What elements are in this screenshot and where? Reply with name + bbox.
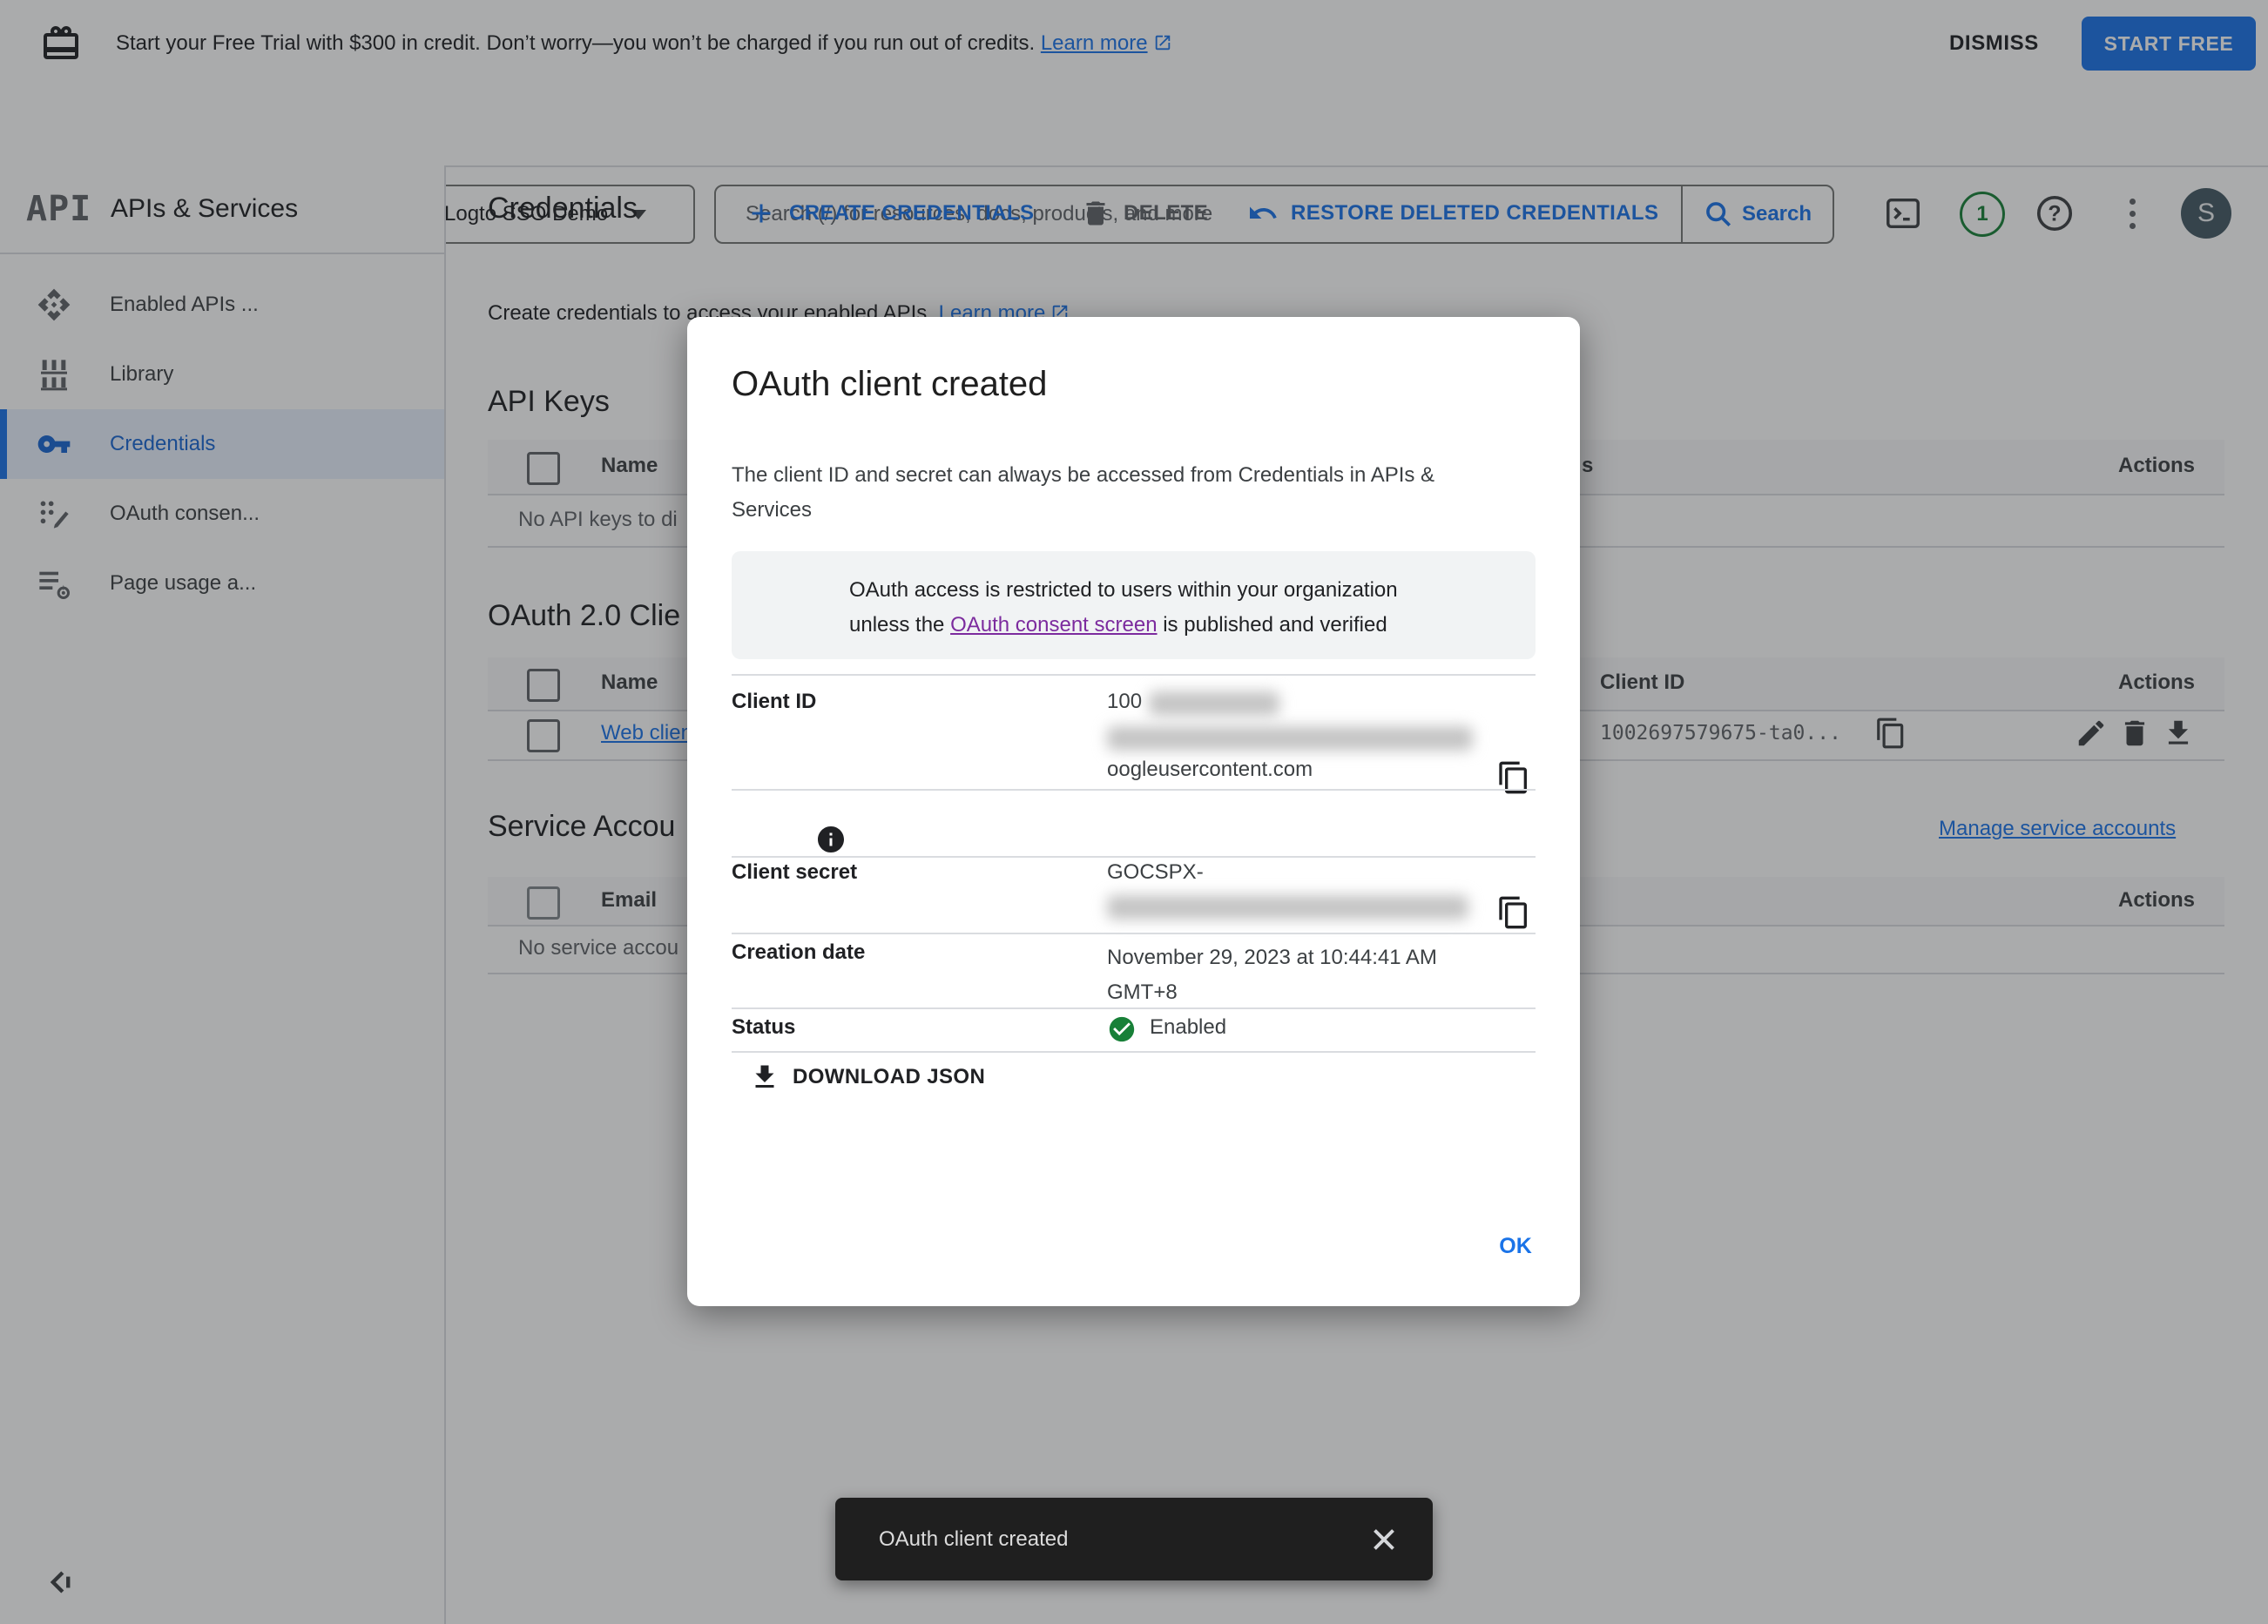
check-circle-icon	[1107, 1014, 1137, 1044]
divider	[732, 856, 1536, 858]
creation-date-value: November 29, 2023 at 10:44:41 AM GMT+8	[1107, 946, 1437, 1004]
client-id-label: Client ID	[732, 690, 817, 713]
download-icon	[755, 1065, 774, 1088]
status-value: Enabled	[1150, 1015, 1227, 1039]
google-cloud-console: Start your Free Trial with $300 in credi…	[0, 0, 2268, 1624]
divider	[732, 1051, 1536, 1053]
ok-button[interactable]: OK	[1476, 1220, 1555, 1272]
snackbar: OAuth client created	[835, 1498, 1433, 1580]
redacted-client-id	[1107, 726, 1473, 751]
divider	[732, 933, 1536, 934]
close-icon[interactable]	[1368, 1524, 1400, 1555]
snackbar-message: OAuth client created	[879, 1526, 1069, 1551]
divider	[732, 1007, 1536, 1009]
client-id-suffix: oogleusercontent.com	[1107, 758, 1313, 781]
download-json-button[interactable]: DOWNLOAD JSON	[749, 1061, 985, 1093]
redacted-client-secret	[1107, 895, 1468, 920]
info-icon	[815, 824, 847, 855]
copy-icon[interactable]	[1496, 895, 1531, 930]
divider	[732, 674, 1536, 676]
restriction-notice-text: OAuth access is restricted to users with…	[849, 578, 1398, 637]
redacted-client-id	[1149, 691, 1279, 716]
oauth-client-created-dialog: OAuth client created The client ID and s…	[687, 317, 1580, 1306]
client-secret-prefix: GOCSPX-	[1107, 860, 1204, 884]
creation-date-label: Creation date	[732, 940, 866, 964]
dialog-title: OAuth client created	[732, 365, 1048, 403]
client-id-prefix: 100	[1107, 690, 1143, 713]
dialog-description: The client ID and secret can always be a…	[732, 463, 1435, 522]
client-secret-label: Client secret	[732, 860, 858, 884]
status-label: Status	[732, 1015, 796, 1039]
oauth-consent-screen-link[interactable]: OAuth consent screen	[950, 613, 1157, 637]
divider	[732, 789, 1536, 791]
